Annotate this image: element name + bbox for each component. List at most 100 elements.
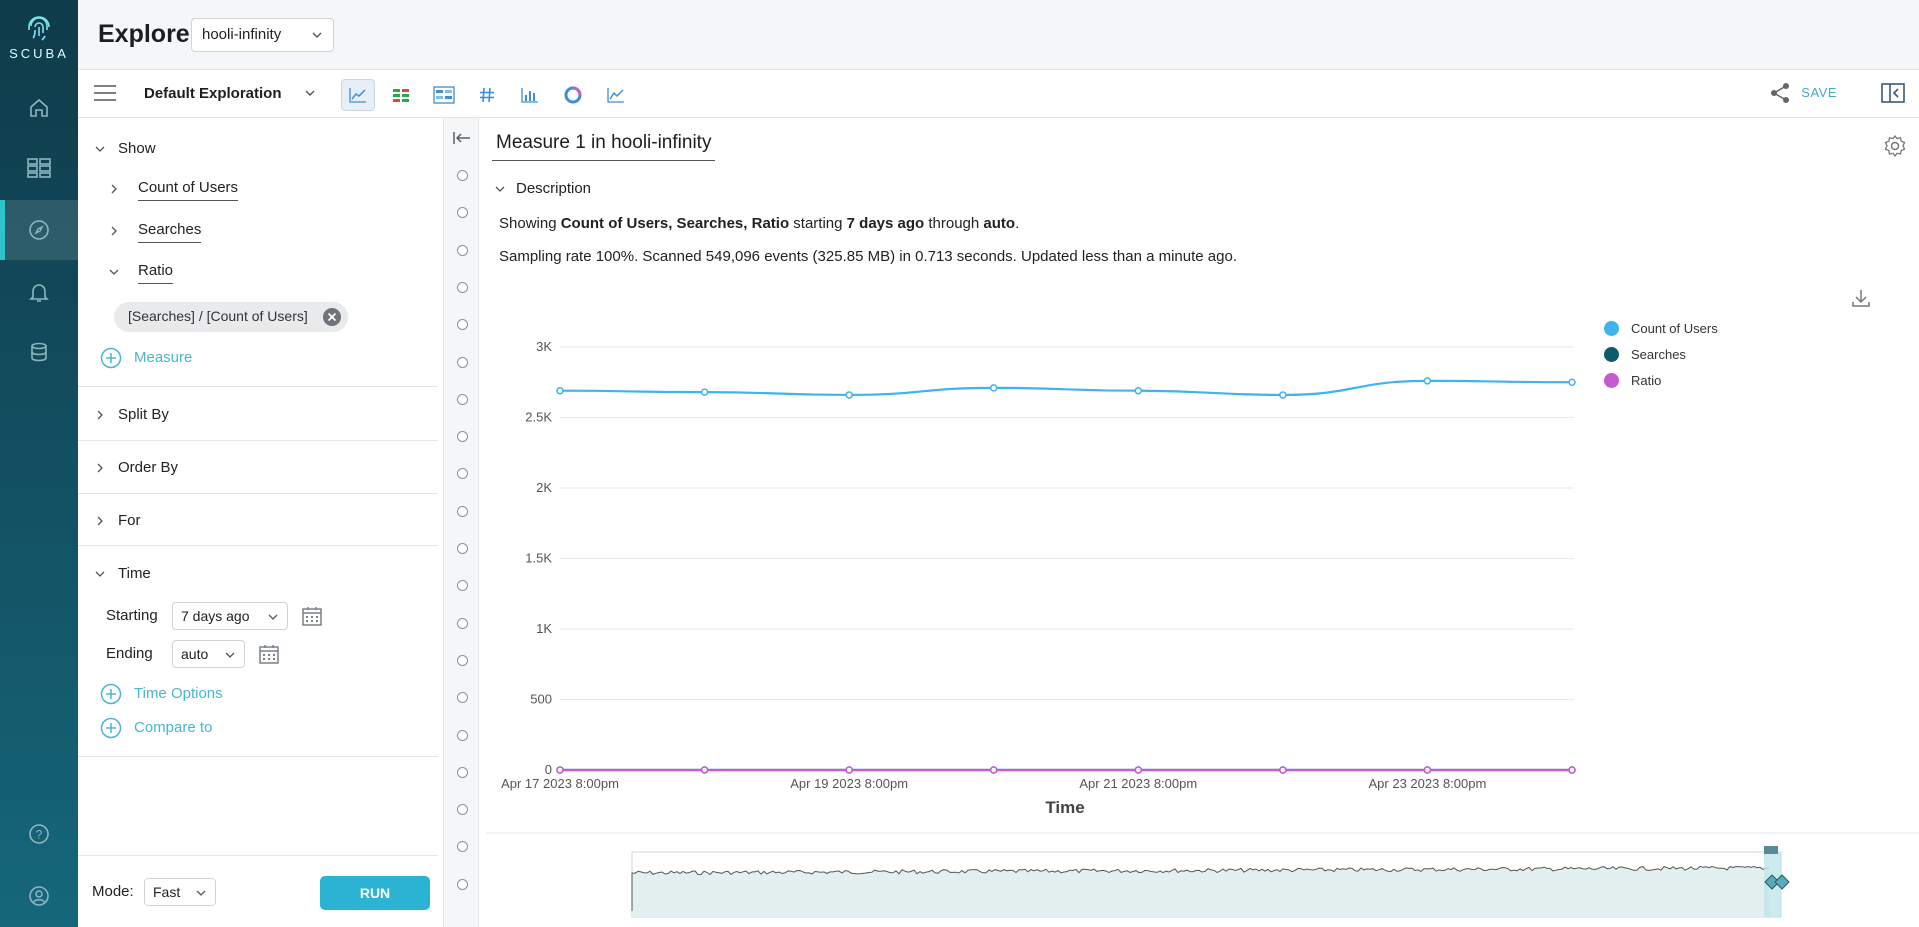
hamburger-menu-icon[interactable] xyxy=(94,84,116,102)
divider xyxy=(78,440,438,441)
heatmap-icon xyxy=(433,86,455,104)
y-tick-label: 1.5K xyxy=(525,551,552,566)
step-dot[interactable] xyxy=(457,207,468,219)
pie-chart-icon xyxy=(564,86,582,104)
chevron-right-icon xyxy=(111,184,117,194)
plus-circle-icon xyxy=(100,347,122,369)
data-point xyxy=(989,766,998,774)
viz-number-button[interactable] xyxy=(470,79,504,111)
top-bar: Explore hooli-infinity xyxy=(78,0,1919,70)
starting-label: Starting xyxy=(106,607,158,624)
nav-datasets[interactable] xyxy=(0,322,78,382)
save-button[interactable]: SAVE xyxy=(1801,85,1837,100)
toggle-panel-icon[interactable] xyxy=(1881,82,1905,104)
step-dot[interactable] xyxy=(457,431,468,443)
data-point xyxy=(1568,378,1576,386)
y-tick-label: 1K xyxy=(536,621,552,636)
scuba-logo[interactable]: SCUBA xyxy=(0,14,78,61)
chevron-right-icon xyxy=(111,226,117,236)
viz-heatmap-button[interactable] xyxy=(427,79,461,111)
svg-text:?: ? xyxy=(36,828,43,842)
chevron-down-icon xyxy=(109,269,119,275)
nav-help[interactable]: ? xyxy=(0,804,78,864)
step-dot[interactable] xyxy=(457,766,468,778)
step-dot[interactable] xyxy=(457,356,468,368)
time-label: Time xyxy=(118,565,151,582)
help-icon: ? xyxy=(29,824,49,844)
mode-select[interactable]: Fast xyxy=(144,878,216,906)
dataset-select[interactable]: hooli-infinity xyxy=(191,18,334,52)
legend-label: Count of Users xyxy=(1631,321,1718,336)
viz-pie-button[interactable] xyxy=(556,79,590,111)
step-dot[interactable] xyxy=(457,319,468,331)
x-axis-label: Time xyxy=(1045,798,1084,817)
x-tick-label: Apr 17 2023 8:00pm xyxy=(501,776,619,791)
left-nav: SCUBA ? xyxy=(0,0,78,927)
main-panel: Measure 1 in hooli-infinity Description … xyxy=(480,118,1919,927)
legend-swatch xyxy=(1604,321,1619,336)
calendar-icon[interactable] xyxy=(301,605,323,627)
chevron-down-icon[interactable] xyxy=(304,87,316,99)
run-button[interactable]: RUN xyxy=(320,876,430,910)
step-dot[interactable] xyxy=(457,878,468,890)
show-section-label: Show xyxy=(118,140,156,157)
step-dot[interactable] xyxy=(457,841,468,853)
data-point xyxy=(700,388,709,396)
step-dot[interactable] xyxy=(457,468,468,480)
step-dot[interactable] xyxy=(457,393,468,405)
nav-account[interactable] xyxy=(0,866,78,926)
y-tick-label: 2.5K xyxy=(525,410,552,425)
series-line-count-of-users xyxy=(559,379,1573,397)
step-dot[interactable] xyxy=(457,580,468,592)
time-options-label: Time Options xyxy=(134,685,223,702)
step-dot[interactable] xyxy=(457,505,468,517)
viz-line-button[interactable] xyxy=(341,79,375,111)
share-icon[interactable] xyxy=(1769,82,1791,104)
nav-alerts[interactable] xyxy=(0,262,78,322)
line-chart: 0 500 1K 1.5K 2K 2.5K 3K Apr 17 2023 8:00pm Apr … xyxy=(486,339,1919,918)
viz-table-button[interactable] xyxy=(384,79,418,111)
number-icon xyxy=(480,87,494,103)
viz-area-button[interactable] xyxy=(599,79,633,111)
step-dot[interactable] xyxy=(457,281,468,293)
starting-select[interactable]: 7 days ago xyxy=(172,602,288,630)
query-panel: Show Count of Users Searches Ratio [Sear… xyxy=(78,118,438,927)
nav-boards[interactable] xyxy=(0,138,78,198)
step-dot[interactable] xyxy=(457,244,468,256)
data-point xyxy=(1279,766,1287,774)
chevron-down-icon xyxy=(225,652,235,658)
step-dot[interactable] xyxy=(457,617,468,629)
chevron-right-icon xyxy=(97,410,103,420)
order-by-label: Order By xyxy=(118,459,179,476)
data-point xyxy=(1134,766,1143,774)
legend-label: Ratio xyxy=(1631,373,1662,388)
data-point xyxy=(1423,377,1432,385)
step-dot[interactable] xyxy=(457,804,468,816)
step-dot[interactable] xyxy=(457,170,468,181)
nav-explore[interactable] xyxy=(0,200,78,260)
split-by-label: Split By xyxy=(118,406,169,423)
home-icon xyxy=(30,98,48,117)
step-dot[interactable] xyxy=(457,654,468,666)
starting-select-value: 7 days ago xyxy=(181,608,250,624)
step-dot[interactable] xyxy=(457,729,468,741)
step-dot[interactable] xyxy=(457,543,468,554)
ending-label: Ending xyxy=(106,645,153,662)
legend-label: Searches xyxy=(1631,347,1686,362)
calendar-icon[interactable] xyxy=(258,643,280,665)
for-label: For xyxy=(118,512,141,529)
nav-home[interactable] xyxy=(0,78,78,138)
step-dot[interactable] xyxy=(457,692,468,704)
step-rail xyxy=(443,118,479,927)
remove-icon[interactable] xyxy=(322,307,342,327)
add-measure-label: Measure xyxy=(134,349,193,366)
collapse-panel-icon[interactable] xyxy=(452,130,472,146)
viz-bar-button[interactable] xyxy=(513,79,547,111)
exploration-name[interactable]: Default Exploration xyxy=(144,85,282,102)
ending-select-value: auto xyxy=(181,646,209,662)
y-tick-label: 3K xyxy=(536,339,552,354)
chevron-down-icon xyxy=(196,890,206,896)
chevron-down-icon xyxy=(95,146,105,152)
ratio-formula-chip[interactable]: [Searches] / [Count of Users] xyxy=(114,302,348,332)
ending-select[interactable]: auto xyxy=(172,640,245,668)
